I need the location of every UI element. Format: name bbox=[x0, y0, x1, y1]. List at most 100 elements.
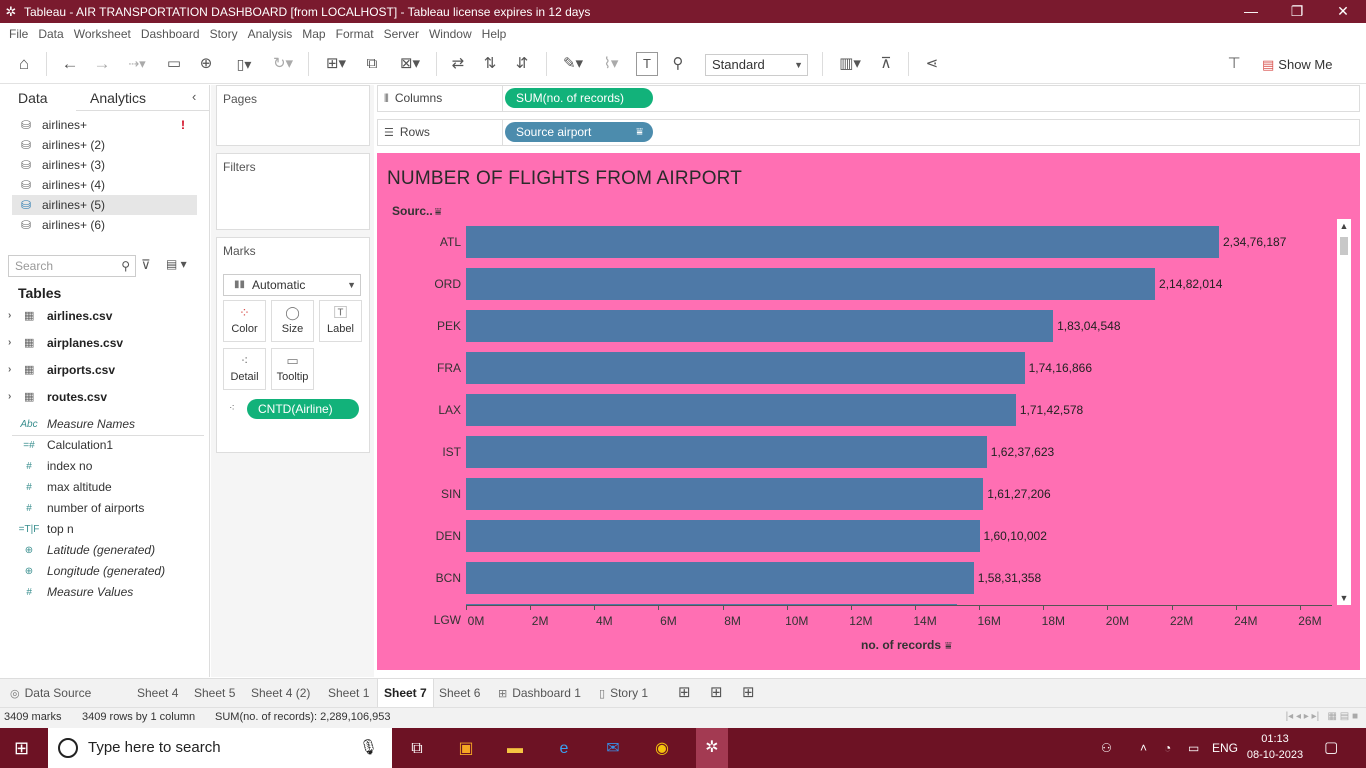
menu-analysis[interactable]: Analysis bbox=[243, 27, 298, 41]
x-axis-title[interactable]: no. of records ⩸ bbox=[861, 638, 952, 653]
datasource-item[interactable]: ⛁ airlines+ (6) bbox=[0, 215, 209, 235]
bar[interactable] bbox=[466, 310, 1054, 342]
presentation-mode-icon[interactable]: ⊼ bbox=[874, 52, 898, 76]
datasource-item-selected[interactable]: ⛁ airlines+ (5) bbox=[12, 195, 197, 215]
table-item[interactable]: › ▦ airlines.csv bbox=[0, 306, 209, 333]
sheet-tab[interactable]: Sheet 4 (2) bbox=[245, 679, 316, 707]
mark-type-select[interactable]: ▮▮ Automatic ▼ bbox=[223, 274, 361, 296]
category-label[interactable]: SIN bbox=[391, 478, 461, 510]
taskbar-search[interactable]: Type here to search 🎙 bbox=[48, 728, 392, 768]
field-item[interactable]: # number of airports bbox=[0, 498, 209, 519]
minimize-button[interactable]: — bbox=[1228, 0, 1274, 23]
bar[interactable] bbox=[466, 436, 987, 468]
group-icon[interactable]: ⌇▾ bbox=[594, 52, 628, 76]
restore-button[interactable]: ❐ bbox=[1274, 0, 1320, 23]
format-painter-icon[interactable]: ⊤ bbox=[1222, 52, 1246, 76]
share-icon[interactable]: ⋖ bbox=[920, 52, 944, 76]
mail-icon[interactable]: ✉ bbox=[600, 736, 626, 762]
replay-icon[interactable]: ⇢▾ bbox=[120, 52, 154, 76]
sort-descending-icon[interactable]: ⇵ bbox=[510, 52, 534, 76]
row-header[interactable]: Sourc.. ⩸ bbox=[392, 204, 441, 219]
filter-icon[interactable]: ⊽ bbox=[141, 257, 151, 273]
datasource-item[interactable]: ⛁ airlines+ (4) bbox=[0, 175, 209, 195]
datasource-item[interactable]: ⛁ airlines+ (3) bbox=[0, 155, 209, 175]
menu-server[interactable]: Server bbox=[379, 27, 424, 41]
highlight-icon[interactable]: ✎▾ bbox=[556, 52, 590, 76]
clear-sheet-icon[interactable]: ⊠▾ bbox=[392, 52, 428, 76]
fix-axes-icon[interactable]: ⚲ bbox=[666, 52, 690, 76]
menu-dashboard[interactable]: Dashboard bbox=[136, 27, 205, 41]
columns-pill[interactable]: SUM(no. of records) bbox=[505, 88, 653, 108]
notifications-icon[interactable]: ▢ bbox=[1324, 728, 1338, 768]
datasource-item[interactable]: ⛁ airlines+ ! bbox=[0, 115, 209, 135]
edge-icon[interactable]: e bbox=[551, 736, 577, 762]
swap-icon[interactable]: ⇄ bbox=[446, 52, 470, 76]
chevron-right-icon[interactable]: › bbox=[8, 360, 11, 380]
show-labels-icon[interactable]: T bbox=[636, 52, 658, 76]
bar[interactable] bbox=[466, 478, 984, 510]
sheet-tab[interactable]: Sheet 6 bbox=[433, 679, 486, 707]
view-options-icon[interactable]: ▤ ▾ bbox=[166, 257, 187, 271]
chevron-right-icon[interactable]: › bbox=[8, 333, 11, 353]
new-worksheet-icon[interactable]: ⊞▾ bbox=[318, 52, 354, 76]
menu-file[interactable]: File bbox=[4, 27, 33, 41]
show-cards-icon[interactable]: ▥▾ bbox=[832, 52, 868, 76]
bar[interactable] bbox=[466, 352, 1025, 384]
chrome-icon[interactable]: ◉ bbox=[649, 736, 675, 762]
sheet-tab[interactable]: ◎ Data Source bbox=[4, 679, 97, 707]
menu-window[interactable]: Window bbox=[424, 27, 477, 41]
vertical-scrollbar[interactable]: ▲ ▼ bbox=[1337, 219, 1351, 605]
menu-map[interactable]: Map bbox=[297, 27, 330, 41]
detail-pill[interactable]: CNTD(Airline) bbox=[247, 399, 359, 419]
category-label[interactable]: LGW bbox=[391, 604, 461, 636]
fit-select[interactable]: Standard ▼ bbox=[705, 54, 808, 76]
new-story-tab-icon[interactable]: ⊞ bbox=[736, 679, 761, 707]
field-item[interactable]: # Measure Values bbox=[0, 582, 209, 603]
home-icon[interactable]: ⌂ bbox=[12, 52, 36, 76]
menu-story[interactable]: Story bbox=[205, 27, 243, 41]
duplicate-icon[interactable]: ⧉ bbox=[360, 52, 384, 76]
field-item[interactable]: # max altitude bbox=[0, 477, 209, 498]
tooltip-button[interactable]: ▭ Tooltip bbox=[271, 348, 314, 390]
category-label[interactable]: PEK bbox=[391, 310, 461, 342]
table-item[interactable]: › ▦ routes.csv bbox=[0, 387, 209, 414]
new-dashboard-tab-icon[interactable]: ⊞ bbox=[704, 679, 729, 707]
visualization[interactable]: NUMBER OF FLIGHTS FROM AIRPORT Sourc.. ⩸ … bbox=[377, 153, 1360, 670]
tab-analytics[interactable]: Analytics bbox=[90, 90, 146, 106]
task-view-icon[interactable]: ⧉ bbox=[404, 736, 430, 762]
show-me-button[interactable]: ▤ Show Me bbox=[1262, 54, 1333, 76]
microphone-icon[interactable]: 🎙 bbox=[359, 738, 378, 756]
category-label[interactable]: IST bbox=[391, 436, 461, 468]
file-explorer-icon[interactable]: ▬ bbox=[502, 736, 528, 762]
people-icon[interactable]: ⚇ bbox=[1101, 728, 1112, 768]
sheet-tab[interactable]: Sheet 4 bbox=[131, 679, 184, 707]
bar[interactable] bbox=[466, 394, 1016, 426]
refresh-icon[interactable]: ↻▾ bbox=[266, 52, 300, 76]
detail-button[interactable]: ⁖ Detail bbox=[223, 348, 266, 390]
search-input[interactable]: Search ⚲ bbox=[8, 255, 136, 277]
sheet-tab[interactable]: ▯ Story 1 bbox=[593, 679, 654, 707]
datasource-item[interactable]: ⛁ airlines+ (2) bbox=[0, 135, 209, 155]
columns-shelf[interactable]: ⦀ Columns SUM(no. of records) bbox=[377, 85, 1360, 112]
pause-updates-icon[interactable]: ▯▾ bbox=[226, 52, 262, 76]
collapse-pane-icon[interactable]: ‹ bbox=[192, 89, 196, 104]
sheet-tab[interactable]: ⊞ Dashboard 1 bbox=[492, 679, 587, 707]
sheet-tab[interactable]: Sheet 7 bbox=[377, 679, 434, 707]
sheet-tab[interactable]: Sheet 5 bbox=[188, 679, 241, 707]
scroll-thumb[interactable] bbox=[1340, 237, 1348, 255]
label-button[interactable]: 🅃 Label bbox=[319, 300, 362, 342]
menu-format[interactable]: Format bbox=[331, 27, 379, 41]
rows-pill[interactable]: Source airport ⩸ bbox=[505, 122, 653, 142]
field-item[interactable]: =# Calculation1 bbox=[0, 435, 209, 456]
rows-shelf[interactable]: ☰ Rows Source airport ⩸ bbox=[377, 119, 1360, 146]
battery-icon[interactable]: ▭ bbox=[1188, 728, 1199, 768]
save-icon[interactable]: ▭ bbox=[162, 52, 186, 76]
windows-start-icon[interactable]: ⊞ bbox=[14, 738, 29, 759]
tab-data[interactable]: Data bbox=[18, 90, 48, 106]
bar[interactable] bbox=[466, 562, 974, 594]
close-button[interactable]: ✕ bbox=[1320, 0, 1366, 23]
size-button[interactable]: ◯ Size bbox=[271, 300, 314, 342]
field-item[interactable]: ⊕ Latitude (generated) bbox=[0, 540, 209, 561]
sheet-tab[interactable]: Sheet 1 bbox=[322, 679, 375, 707]
pages-card[interactable]: Pages bbox=[216, 85, 370, 146]
